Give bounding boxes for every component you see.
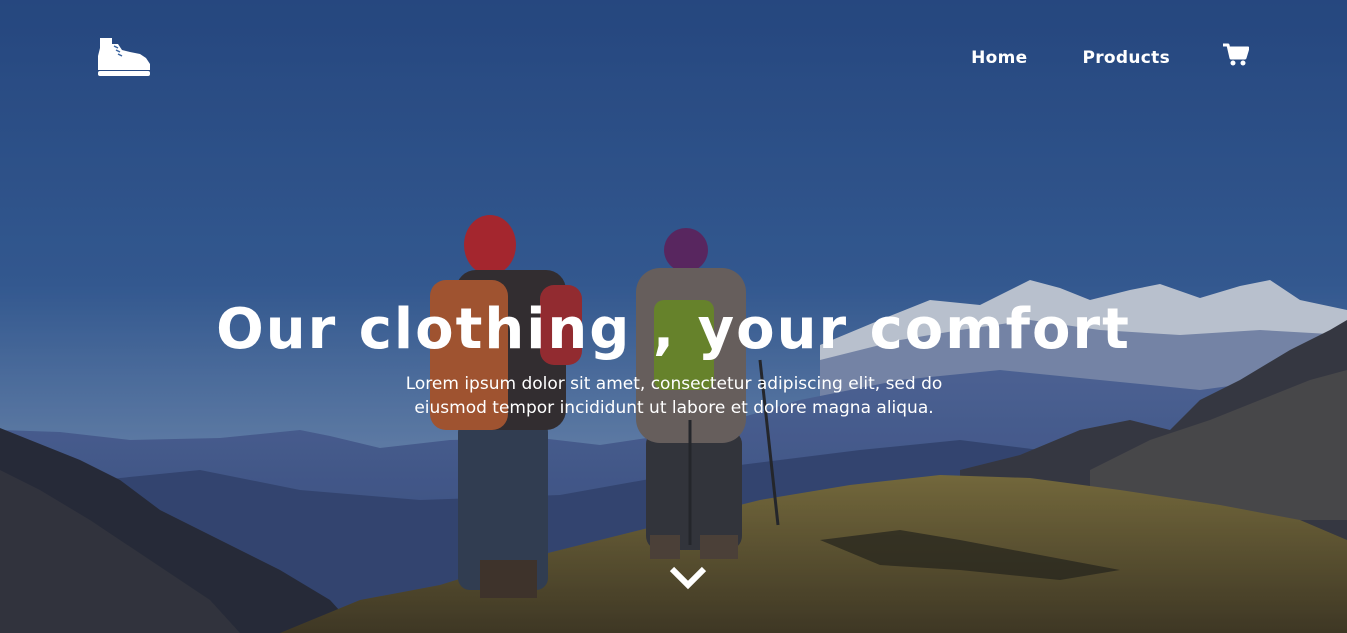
- hero-subtext: Lorem ipsum dolor sit amet, consectetur …: [405, 374, 943, 418]
- hero-section: Home Products Our clothing , your comfor…: [0, 0, 1347, 633]
- hero-headline: Our clothing , your comfort: [216, 297, 1131, 362]
- nav-products-link[interactable]: Products: [1082, 48, 1170, 68]
- shopping-cart-icon[interactable]: [1223, 43, 1249, 67]
- nav-home-link[interactable]: Home: [971, 48, 1027, 68]
- hiking-boot-icon[interactable]: [96, 36, 152, 78]
- main-nav: Home Products: [971, 43, 1249, 68]
- chevron-down-icon[interactable]: [669, 565, 707, 591]
